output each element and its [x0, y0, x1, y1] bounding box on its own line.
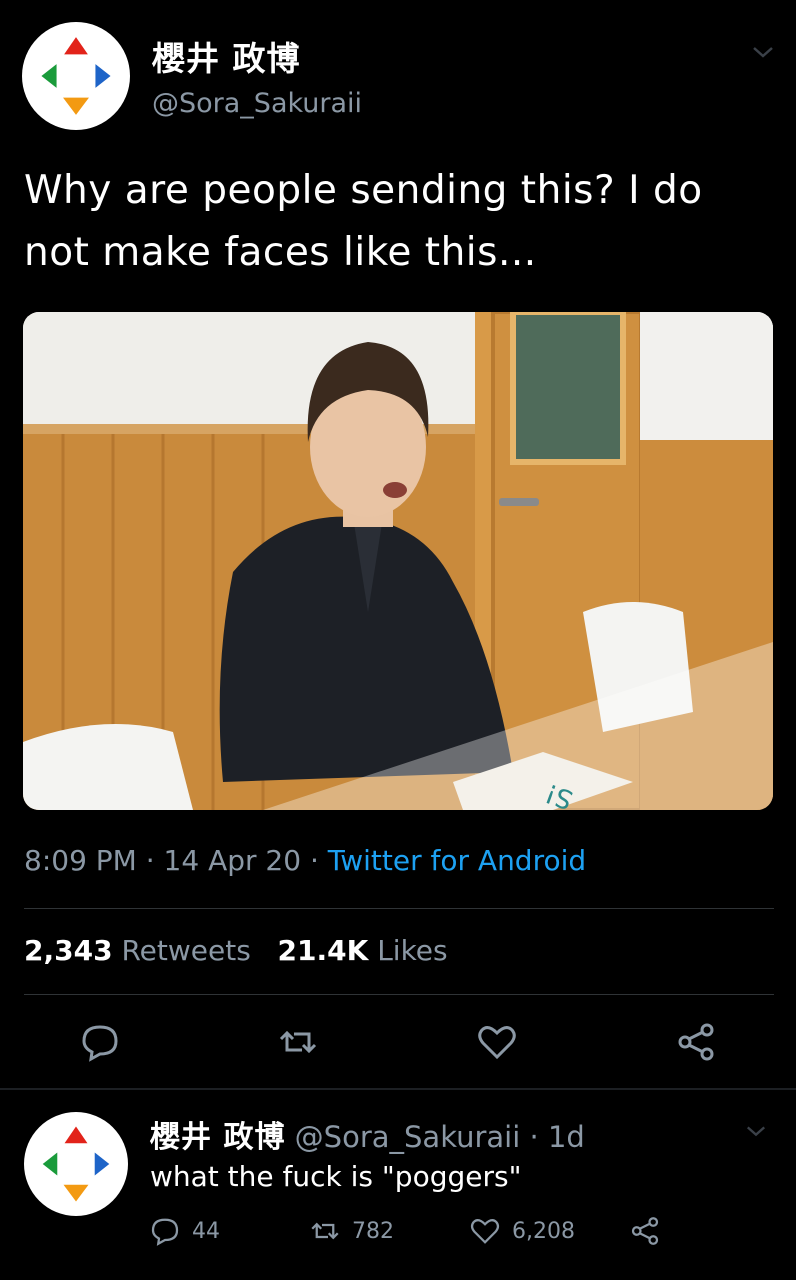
reply-count: 44 [192, 1218, 220, 1244]
heart-icon [470, 1219, 500, 1244]
share-icon[interactable] [676, 1022, 716, 1062]
retweet-icon[interactable] [278, 1022, 318, 1062]
avatar[interactable] [22, 22, 130, 130]
meta-separator: · [145, 844, 164, 877]
likes-stat[interactable]: 21.4K Likes [278, 934, 448, 967]
retweets-stat[interactable]: 2,343 Retweets [24, 934, 251, 967]
avatar-logo-icon [42, 1126, 110, 1202]
retweet-button[interactable]: 782 [310, 1216, 394, 1246]
heart-icon[interactable] [477, 1022, 517, 1062]
author-name[interactable]: 櫻井 政博 [152, 32, 301, 80]
divider [24, 908, 774, 909]
reply-actions: 44 782 6,208 [0, 1216, 796, 1256]
tweet-photo[interactable]: S! [23, 312, 773, 810]
tweet-timestamp: 8:09 PM · 14 Apr 20 · Twitter for Androi… [24, 844, 586, 877]
meta-separator: · [529, 1120, 539, 1154]
reply-icon [151, 1218, 179, 1246]
reply-text: what the fuck is "poggers" [150, 1160, 522, 1193]
tweet-text: Why are people sending this? I do not ma… [24, 168, 703, 275]
retweet-icon [311, 1222, 339, 1240]
like-button[interactable]: 6,208 [470, 1216, 575, 1246]
likes-label: Likes [377, 934, 448, 967]
retweets-label: Retweets [121, 934, 251, 967]
author-handle[interactable]: @Sora_Sakuraii [295, 1120, 521, 1154]
tweet-source-link[interactable]: Twitter for Android [328, 844, 586, 877]
main-tweet: 櫻井 政博 @Sora_Sakuraii Why are people send… [0, 0, 796, 1088]
share-button[interactable] [630, 1216, 660, 1246]
reply-icon[interactable] [80, 1022, 120, 1062]
photo-image: S! [23, 312, 773, 810]
reply-header: 櫻井 政博 @Sora_Sakuraii · 1d [150, 1112, 585, 1156]
author-handle[interactable]: @Sora_Sakuraii [152, 88, 362, 119]
like-count: 6,208 [512, 1218, 575, 1244]
tweet-date[interactable]: 14 Apr 20 [164, 844, 302, 877]
share-icon [631, 1217, 659, 1245]
tweet-actions [0, 1022, 796, 1066]
engagement-stats: 2,343 Retweets 21.4K Likes [24, 934, 448, 967]
chevron-down-icon[interactable] [748, 40, 778, 64]
author-name[interactable]: 櫻井 政博 [150, 1120, 285, 1155]
retweets-count: 2,343 [24, 934, 113, 967]
meta-separator: · [309, 844, 328, 877]
likes-count: 21.4K [277, 934, 369, 967]
chevron-down-icon[interactable] [742, 1120, 770, 1142]
avatar-logo-icon [41, 37, 111, 115]
tweet-time[interactable]: 8:09 PM [24, 844, 137, 877]
divider [24, 994, 774, 995]
tweet-separator [0, 1088, 796, 1090]
avatar[interactable] [24, 1112, 128, 1216]
retweet-count: 782 [352, 1218, 394, 1244]
tweet-age[interactable]: 1d [548, 1120, 585, 1154]
reply-tweet[interactable]: 櫻井 政博 @Sora_Sakuraii · 1d what the fuck … [0, 1092, 796, 1280]
reply-button[interactable]: 44 [150, 1216, 220, 1246]
